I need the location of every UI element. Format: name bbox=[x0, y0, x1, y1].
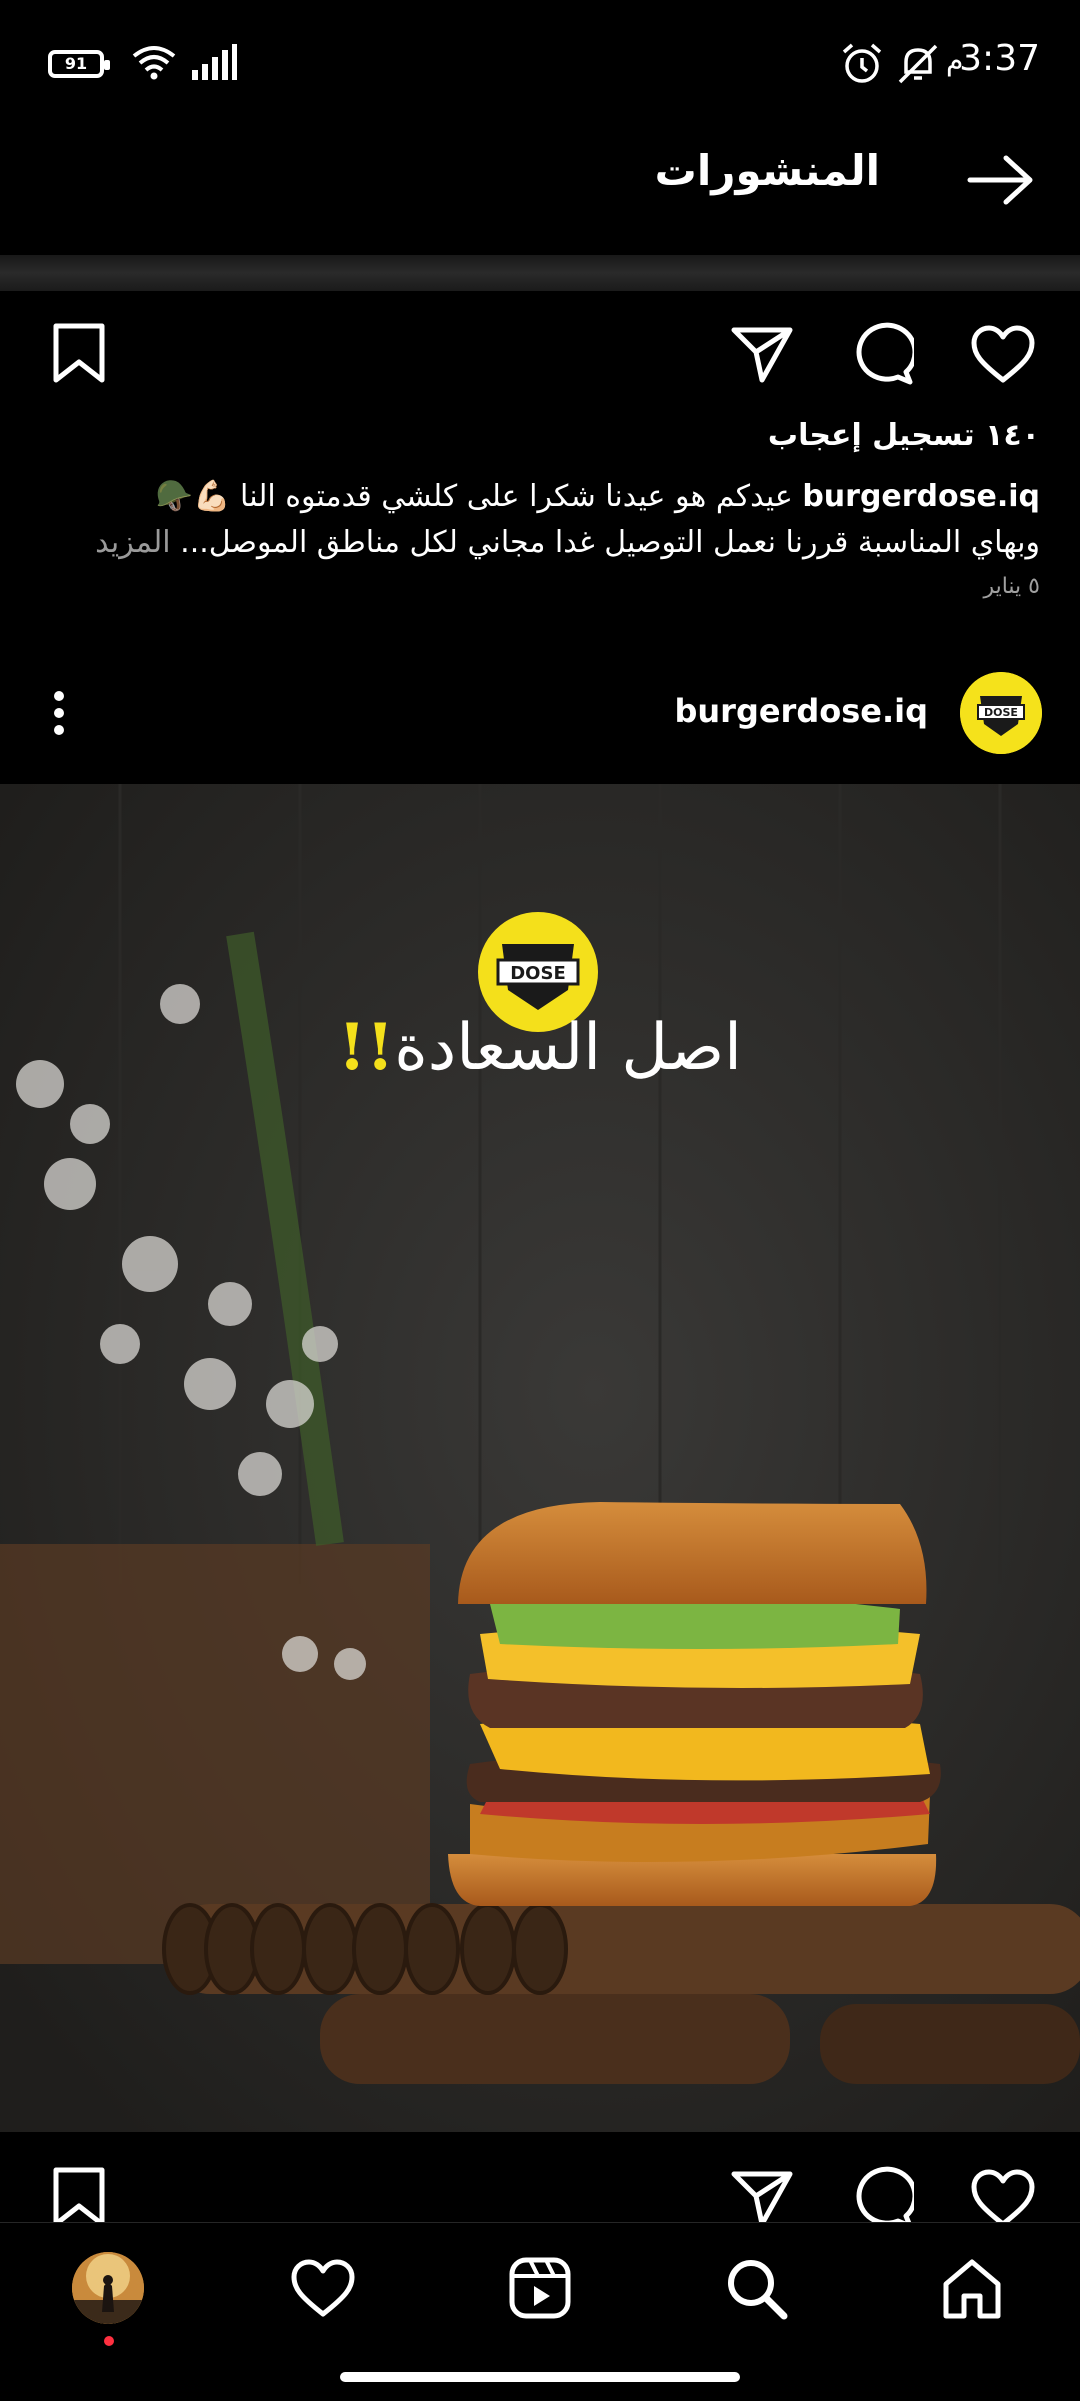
svg-text:DOSE: DOSE bbox=[984, 706, 1018, 719]
caption-text: عيدكم هو عيدنا شكرا على كلشي قدمتوه النا… bbox=[155, 479, 803, 514]
post-image[interactable]: DOSE اصل السعادة!! bbox=[0, 784, 1080, 2132]
like-count[interactable]: ١٤٠ تسجيل إعجاب bbox=[768, 418, 1040, 453]
heart-icon[interactable] bbox=[970, 2168, 1036, 2222]
clock: 3:37 bbox=[959, 38, 1040, 79]
home-icon[interactable] bbox=[940, 2256, 1004, 2320]
post-date: ٥ يناير bbox=[983, 574, 1040, 599]
page-title: المنشورات bbox=[654, 146, 880, 195]
reels-icon[interactable] bbox=[508, 2256, 572, 2320]
heart-icon[interactable] bbox=[290, 2258, 356, 2318]
dose-logo-icon: DOSE bbox=[960, 672, 1042, 754]
bookmark-icon[interactable] bbox=[50, 322, 108, 384]
post-caption: burgerdose.iq عيدكم هو عيدنا شكرا على كل… bbox=[40, 474, 1040, 566]
post-avatar[interactable]: DOSE bbox=[960, 672, 1042, 754]
share-icon[interactable] bbox=[730, 324, 794, 384]
image-headline: اصل السعادة!! bbox=[338, 1010, 742, 1085]
wifi-icon bbox=[132, 46, 176, 80]
search-icon[interactable] bbox=[724, 2256, 788, 2320]
burger-photo: DOSE bbox=[0, 784, 1080, 2132]
heart-icon[interactable] bbox=[970, 324, 1036, 384]
comment-icon[interactable] bbox=[850, 2166, 914, 2222]
image-logo-text: DOSE bbox=[510, 963, 566, 984]
alarm-icon bbox=[842, 43, 882, 83]
more-options-icon[interactable] bbox=[52, 688, 66, 738]
more-link[interactable]: المزيد bbox=[95, 525, 180, 560]
profile-photo bbox=[72, 2252, 144, 2324]
home-indicator[interactable] bbox=[340, 2372, 740, 2382]
caption-username[interactable]: burgerdose.iq bbox=[802, 479, 1040, 514]
bookmark-icon[interactable] bbox=[50, 2166, 108, 2222]
comment-icon[interactable] bbox=[850, 322, 914, 386]
status-bar: 91 م 3:37 bbox=[0, 0, 1080, 120]
previous-post-image-edge bbox=[0, 255, 1080, 291]
battery-indicator: 91 bbox=[48, 50, 110, 78]
top-header bbox=[0, 120, 1080, 255]
share-icon[interactable] bbox=[730, 2168, 794, 2222]
signal-icon bbox=[192, 44, 237, 80]
post-username[interactable]: burgerdose.iq bbox=[674, 692, 928, 730]
notification-dot bbox=[104, 2336, 114, 2346]
mute-vibrate-icon bbox=[898, 44, 938, 84]
caption-text-line2: وبهاي المناسبة قررنا نعمل التوصيل غدا مج… bbox=[180, 525, 1040, 560]
profile-avatar[interactable] bbox=[72, 2252, 144, 2324]
arrow-right-icon[interactable] bbox=[966, 152, 1036, 208]
